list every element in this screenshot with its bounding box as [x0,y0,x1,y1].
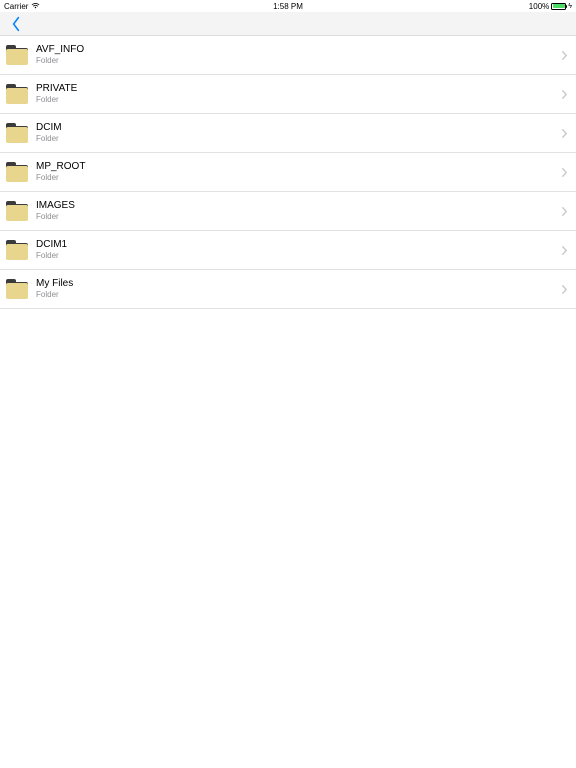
list-item-subtitle: Folder [36,96,561,104]
list-item-text: IMAGES Folder [36,201,561,221]
status-right: 100% ϟ [383,2,572,11]
folder-icon [6,161,28,183]
chevron-right-icon [561,206,568,217]
chevron-left-icon [11,16,21,32]
list-item-text: My Files Folder [36,279,561,299]
list-item-text: DCIM1 Folder [36,240,561,260]
chevron-right-icon [561,50,568,61]
list-item-subtitle: Folder [36,291,561,299]
back-button[interactable] [6,14,26,34]
list-item-title: DCIM1 [36,240,561,250]
list-item-title: DCIM [36,123,561,133]
list-item-title: My Files [36,279,561,289]
list-item-text: AVF_INFO Folder [36,45,561,65]
list-item-title: AVF_INFO [36,45,561,55]
folder-list: AVF_INFO Folder PRIVATE Folder DCIM Fold… [0,36,576,309]
folder-icon [6,200,28,222]
nav-bar [0,12,576,36]
list-item-title: IMAGES [36,201,561,211]
battery-icon [551,3,566,10]
carrier-label: Carrier [4,2,28,11]
folder-icon [6,44,28,66]
folder-icon [6,122,28,144]
list-item[interactable]: AVF_INFO Folder [0,36,576,75]
chevron-right-icon [561,245,568,256]
list-item-subtitle: Folder [36,213,561,221]
list-item-text: PRIVATE Folder [36,84,561,104]
chevron-right-icon [561,284,568,295]
status-left: Carrier [4,2,193,11]
battery-pct: 100% [529,2,549,11]
charging-icon: ϟ [568,3,572,10]
list-item[interactable]: MP_ROOT Folder [0,153,576,192]
list-item-text: MP_ROOT Folder [36,162,561,182]
wifi-icon [31,2,40,11]
folder-icon [6,278,28,300]
folder-icon [6,239,28,261]
list-item-subtitle: Folder [36,57,561,65]
list-item-title: MP_ROOT [36,162,561,172]
list-item[interactable]: DCIM Folder [0,114,576,153]
list-item[interactable]: IMAGES Folder [0,192,576,231]
list-item-subtitle: Folder [36,135,561,143]
chevron-right-icon [561,89,568,100]
chevron-right-icon [561,167,568,178]
list-item-subtitle: Folder [36,174,561,182]
chevron-right-icon [561,128,568,139]
list-item-text: DCIM Folder [36,123,561,143]
folder-icon [6,83,28,105]
list-item[interactable]: My Files Folder [0,270,576,309]
list-item[interactable]: DCIM1 Folder [0,231,576,270]
list-item[interactable]: PRIVATE Folder [0,75,576,114]
list-item-subtitle: Folder [36,252,561,260]
status-bar: Carrier 1:58 PM 100% ϟ [0,0,576,12]
status-time: 1:58 PM [193,2,382,11]
list-item-title: PRIVATE [36,84,561,94]
